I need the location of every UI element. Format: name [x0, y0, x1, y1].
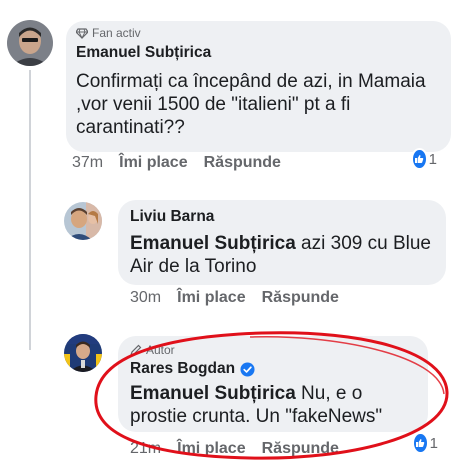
like-reaction-icon [411, 148, 428, 170]
badge-label: Fan activ [92, 26, 141, 40]
reply-actions: 21m Îmi place Răspunde [130, 440, 339, 458]
avatar-liviu[interactable] [64, 202, 102, 240]
like-button[interactable]: Îmi place [119, 154, 187, 172]
reply-text: Emanuel Subțirica Nu, e o prostie crunta… [130, 382, 420, 428]
like-button[interactable]: Îmi place [177, 440, 245, 458]
reply-text: Emanuel Subțirica azi 309 cu Blue Air de… [130, 232, 440, 278]
like-reaction-icon [412, 432, 429, 454]
comment-actions: 37m Îmi place Răspunde [72, 154, 281, 172]
avatar-rares[interactable] [64, 334, 102, 372]
pencil-icon [130, 344, 142, 356]
avatar-emanuel[interactable] [7, 20, 53, 66]
author-name[interactable]: Rares Bogdan [130, 360, 235, 378]
reply-button[interactable]: Răspunde [262, 289, 339, 307]
author-badge: Autor [130, 343, 175, 357]
badge-label: Autor [146, 343, 175, 357]
mention-link[interactable]: Emanuel Subțirica [130, 383, 296, 404]
fan-badge: Fan activ [76, 26, 141, 40]
reaction-summary[interactable]: 1 [411, 148, 437, 170]
reaction-summary[interactable]: 1 [412, 432, 438, 454]
mention-link[interactable]: Emanuel Subțirica [130, 233, 296, 254]
comment-text: Confirmați ca începând de azi, in Mamaia… [76, 71, 426, 138]
reply-author[interactable]: Rares Bogdan [130, 360, 255, 378]
comment-author[interactable]: Emanuel Subțirica [76, 44, 211, 62]
avatar-image [7, 20, 53, 66]
like-button[interactable]: Îmi place [177, 289, 245, 307]
avatar-image [64, 334, 102, 372]
comment-time[interactable]: 37m [72, 154, 103, 172]
diamond-icon [76, 27, 88, 39]
reply-button[interactable]: Răspunde [204, 154, 281, 172]
reply-time[interactable]: 21m [130, 440, 161, 458]
reply-author[interactable]: Liviu Barna [130, 208, 214, 226]
thread-line [29, 200, 31, 350]
reply-time[interactable]: 30m [130, 289, 161, 307]
thread-line [29, 70, 31, 200]
avatar-image [64, 202, 102, 240]
reaction-count: 1 [429, 434, 438, 452]
verified-check-icon [240, 361, 255, 377]
reply-button[interactable]: Răspunde [262, 440, 339, 458]
reaction-count: 1 [428, 150, 437, 168]
reply-actions: 30m Îmi place Răspunde [130, 289, 339, 307]
